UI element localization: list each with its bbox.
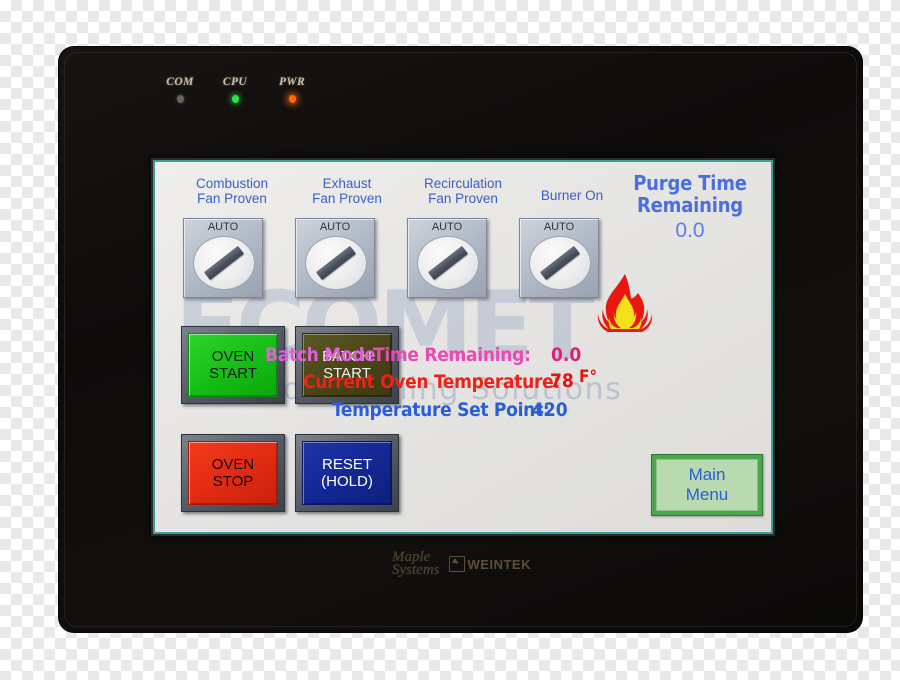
selector-switch-recirculation-fan[interactable]: AUTO bbox=[407, 218, 487, 298]
maple-systems-logo: Maple Systems bbox=[392, 550, 440, 578]
led-pwr-dot bbox=[288, 95, 296, 103]
hmi-screen[interactable]: ECOMET ed Finishing Solutions Combustion… bbox=[155, 162, 771, 532]
current-oven-temperature-unit: F° bbox=[579, 367, 598, 387]
led-cpu-dot bbox=[231, 95, 239, 103]
reset-hold-button-label: RESET (HOLD) bbox=[302, 441, 392, 505]
device-branding: Maple Systems WEINTEK bbox=[374, 546, 549, 582]
led-com-dot bbox=[176, 95, 184, 103]
selector-switch-burner[interactable]: AUTO bbox=[519, 218, 599, 298]
oven-stop-button[interactable]: OVEN STOP bbox=[181, 434, 285, 512]
oven-stop-button-label: OVEN STOP bbox=[188, 441, 278, 505]
selector-switch-exhaust-fan-label: AUTO bbox=[319, 221, 351, 233]
batch-mode-label: Batch Mode bbox=[265, 344, 376, 366]
flame-icon bbox=[597, 272, 653, 334]
selector-knob-exhaust-fan[interactable] bbox=[305, 236, 367, 290]
weintek-wordmark: WEINTEK bbox=[467, 556, 531, 572]
current-oven-temperature-value: 78 bbox=[550, 370, 574, 392]
led-indicator-row: COM CPU PWR bbox=[158, 76, 338, 126]
screen-border: ECOMET ed Finishing Solutions Combustion… bbox=[153, 160, 773, 534]
selector-lever-icon bbox=[427, 245, 469, 281]
temperature-setpoint-value[interactable]: 420 bbox=[532, 399, 568, 421]
reset-hold-button[interactable]: RESET (HOLD) bbox=[295, 434, 399, 512]
selector-lever-icon bbox=[203, 245, 245, 281]
selector-lever-icon bbox=[539, 245, 581, 281]
status-label-combustion-fan: Combustion Fan Proven bbox=[195, 176, 269, 206]
weintek-logo: WEINTEK bbox=[448, 556, 531, 572]
selector-switch-burner-label: AUTO bbox=[543, 221, 575, 233]
temperature-setpoint-label: Temperature Set Point: bbox=[332, 399, 550, 421]
selector-knob-combustion-fan[interactable] bbox=[193, 236, 255, 290]
status-label-exhaust-fan: Exhaust Fan Proven bbox=[312, 176, 382, 206]
selector-knob-recirculation-fan[interactable] bbox=[417, 236, 479, 290]
selector-switch-combustion-fan[interactable]: AUTO bbox=[183, 218, 263, 298]
purge-time-value: 0.0 bbox=[675, 219, 705, 242]
time-remaining-label: Time Remaining: bbox=[373, 344, 531, 366]
selector-switch-recirculation-fan-label: AUTO bbox=[431, 221, 463, 233]
selector-knob-burner[interactable] bbox=[529, 236, 591, 290]
purge-time-title: Purge Time Remaining bbox=[633, 171, 747, 217]
led-com-label: COM bbox=[166, 76, 194, 88]
led-cpu-label: CPU bbox=[222, 76, 248, 88]
selector-switch-exhaust-fan[interactable]: AUTO bbox=[295, 218, 375, 298]
purge-time-panel: Purge Time Remaining 0.0 bbox=[611, 172, 769, 243]
led-pwr-label: PWR bbox=[278, 76, 306, 88]
time-remaining-value: 0.0 bbox=[551, 344, 582, 366]
weintek-cursor-icon bbox=[448, 556, 465, 572]
selector-switch-combustion-fan-label: AUTO bbox=[207, 221, 239, 233]
main-menu-button[interactable]: Main Menu bbox=[651, 454, 763, 516]
hmi-touch-panel-device: COM CPU PWR ECOMET ed Finishing Solution… bbox=[58, 46, 863, 633]
led-pwr: PWR bbox=[270, 76, 314, 103]
screen-bezel: ECOMET ed Finishing Solutions Combustion… bbox=[151, 158, 775, 536]
main-menu-button-label: Main Menu bbox=[656, 459, 758, 511]
maple-systems-line2: Systems bbox=[392, 562, 440, 578]
current-oven-temperature-label: Current Oven Temperature: bbox=[303, 371, 560, 393]
led-cpu: CPU bbox=[213, 76, 257, 103]
status-label-recirculation-fan: Recirculation Fan Proven bbox=[423, 176, 503, 206]
selector-lever-icon bbox=[315, 245, 357, 281]
led-com: COM bbox=[158, 76, 202, 103]
